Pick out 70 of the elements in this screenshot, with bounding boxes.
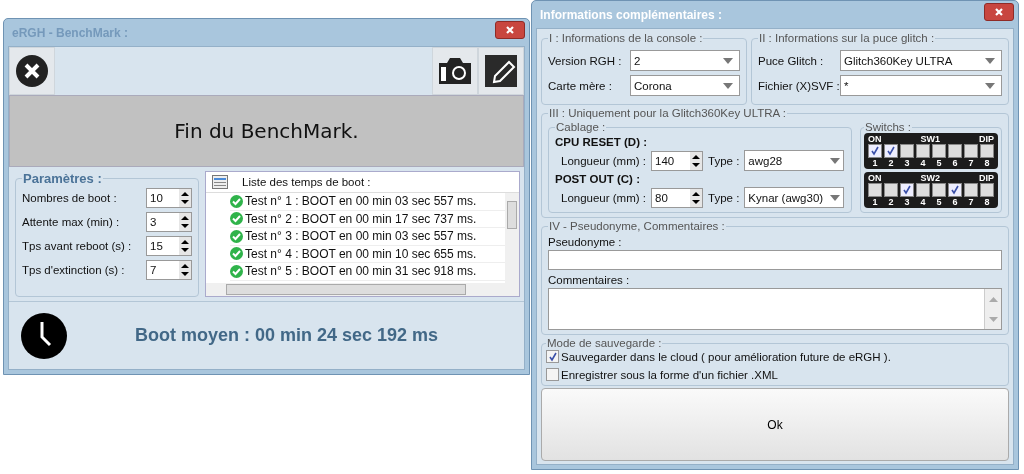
field-label: Carte mère : <box>548 79 613 92</box>
dropdown[interactable]: Kynar (awg30) <box>744 187 845 208</box>
boot-result: Test n° 4 : BOOT en 00 min 10 sec 655 ms. <box>245 246 477 261</box>
number-spinner[interactable]: 7 <box>146 260 192 280</box>
switch-number: 3 <box>904 158 910 168</box>
switch-number: 3 <box>904 197 910 207</box>
boot-result: Test n° 1 : BOOT en 00 min 03 sec 557 ms. <box>245 194 477 209</box>
switch-number: 2 <box>888 158 894 168</box>
dropdown[interactable]: Glitch360Key ULTRA <box>840 50 1002 71</box>
field-label: Type : <box>708 191 740 204</box>
group-title: Paramètres : <box>22 171 103 186</box>
number-spinner[interactable]: 3 <box>146 212 192 232</box>
dip-label: SW2 <box>920 173 940 183</box>
number-spinner[interactable]: 140 <box>651 150 703 171</box>
field-label: Longueur (mm) : <box>561 154 646 167</box>
switch-number: 2 <box>888 197 894 207</box>
switch-number: 6 <box>952 197 958 207</box>
dip-label: SW1 <box>920 134 940 144</box>
switch-number: 4 <box>920 197 926 207</box>
group-title: Cablage : <box>555 121 607 133</box>
checkbox-label: Sauvegarder dans le cloud ( pour amélioration future de eRGH ). <box>561 350 891 363</box>
wire-heading: CPU RESET (D) : <box>555 136 648 148</box>
switch-number: 7 <box>968 197 974 207</box>
number-spinner[interactable]: 80 <box>651 187 703 208</box>
group-title: IV - Pseudonyme, Commentaires : <box>548 220 726 232</box>
switch-number: 4 <box>920 158 926 168</box>
dropdown[interactable]: 2 <box>630 50 740 71</box>
field-label: Type : <box>708 154 740 167</box>
switch-number: 6 <box>952 158 958 168</box>
number-spinner[interactable]: 15 <box>146 236 192 256</box>
field-label: Longueur (mm) : <box>561 191 646 204</box>
average-boot-time: Boot moyen : 00 min 24 sec 192 ms <box>135 325 439 346</box>
field-label: Attente max (min) : <box>22 216 120 228</box>
group-title: III : Uniquement pour la Glitch360Key ULTRA : <box>548 107 787 119</box>
group-title: Switchs : <box>864 121 912 133</box>
boot-result: Test n° 5 : BOOT en 00 min 31 sec 918 ms. <box>245 264 477 279</box>
dropdown[interactable]: * <box>840 75 1002 96</box>
field-label: Tps d'extinction (s) : <box>22 264 125 276</box>
checkbox-label: Enregistrer sous la forme d'un fichier .XML <box>561 368 778 381</box>
field-label: Commentaires : <box>548 274 631 286</box>
field-label: Puce Glitch : <box>758 54 825 67</box>
field-label: Pseudonyme : <box>548 236 623 248</box>
status-banner: Fin du BenchMark. <box>9 95 524 167</box>
dip-label: DIP <box>979 173 994 183</box>
group-title: I : Informations de la console : <box>548 32 704 44</box>
list-header: Liste des temps de boot : <box>242 176 371 188</box>
ok-button[interactable]: Ok <box>541 388 1009 461</box>
boot-result: Test n° 2 : BOOT en 00 min 17 sec 737 ms. <box>245 211 477 226</box>
switch-number: 8 <box>984 197 990 207</box>
switch-number: 7 <box>968 158 974 168</box>
dip-label: DIP <box>979 134 994 144</box>
dropdown[interactable]: Corona <box>630 75 740 96</box>
boot-result: Test n° 3 : BOOT en 00 min 03 sec 557 ms. <box>245 229 477 244</box>
wire-heading: POST OUT (C) : <box>555 173 641 185</box>
group-title: Mode de sauvegarde : <box>546 337 663 349</box>
field-label: Fichier (X)SVF : <box>758 79 840 92</box>
group-title: II : Informations sur la puce glitch : <box>758 32 936 44</box>
field-label: Tps avant reboot (s) : <box>22 240 132 252</box>
switch-number: 5 <box>936 197 942 207</box>
dip-label: ON <box>868 173 882 183</box>
dropdown[interactable]: awg28 <box>744 150 845 171</box>
switch-number: 1 <box>872 197 878 207</box>
dip-label: ON <box>868 134 882 144</box>
switch-number: 5 <box>936 158 942 168</box>
switch-number: 8 <box>984 158 990 168</box>
number-spinner[interactable]: 10 <box>146 188 192 208</box>
switch-number: 1 <box>872 158 878 168</box>
window-title: Informations complémentaires : <box>539 7 723 22</box>
field-label: Version RGH : <box>548 54 623 67</box>
field-label: Nombres de boot : <box>22 192 117 204</box>
